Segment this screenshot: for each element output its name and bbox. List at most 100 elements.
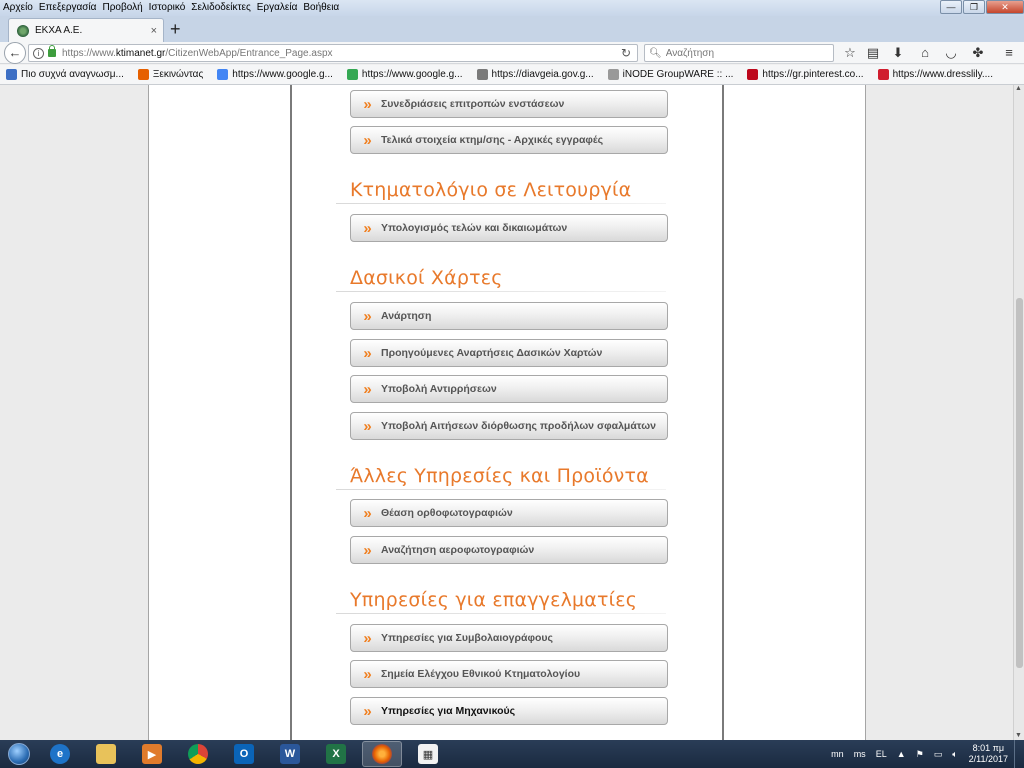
bookmark-item[interactable]: https://www.google.g... [341, 69, 463, 80]
search-input[interactable] [665, 47, 826, 59]
section-title: Δασικοί Χάρτες [350, 267, 503, 289]
bookmark-item[interactable]: https://www.google.g... [211, 69, 333, 80]
home-icon[interactable]: ⌂ [917, 45, 933, 61]
bookmark-favicon-icon [747, 69, 759, 80]
window-controls: — ❐ ✕ [939, 0, 1024, 14]
bookmark-item[interactable]: https://diavgeia.gov.g... [471, 69, 594, 80]
tray-lang2[interactable]: ms [854, 749, 866, 759]
taskbar-app[interactable]: ▦ [408, 741, 448, 767]
tray-expand-icon[interactable]: ▲ [897, 749, 906, 759]
bookmark-favicon-icon [6, 69, 17, 80]
system-tray: mn ms EL ▲ ⚑ ▭ 🔈︎ 8:01 πμ 2/11/2017 [826, 740, 1024, 768]
bookmark-item[interactable]: https://gr.pinterest.co... [741, 69, 864, 80]
service-link-button[interactable]: » Υποβολή Αντιρρήσεων [350, 375, 668, 403]
site-favicon-icon [17, 24, 29, 37]
services-column: » Συνεδριάσεις επιτροπών ενστάσεων » Τελικά… [290, 85, 724, 740]
taskbar-media-player[interactable]: ▶ [132, 741, 172, 767]
double-chevron-icon: » [363, 95, 371, 113]
bookmark-favicon-icon [476, 69, 488, 80]
url-text[interactable]: https://www.ktimanet.gr/CitizenWebApp/En… [62, 48, 333, 59]
menu-view[interactable]: Προβολή [99, 1, 145, 15]
service-link-button[interactable]: » Ανάρτηση [350, 302, 668, 330]
language-indicator[interactable]: EL [876, 749, 887, 759]
clock-date: 2/11/2017 [968, 754, 1008, 764]
service-label: Υποβολή Αντιρρήσεων [381, 383, 497, 395]
address-bar[interactable]: i https://www.ktimanet.gr/CitizenWebApp/… [28, 44, 638, 62]
restore-button[interactable]: ❐ [963, 0, 985, 14]
service-link-button[interactable]: » Υπολογισμός τελών και δικαιωμάτων [350, 214, 668, 242]
tab-ekxa[interactable]: ΕΚΧΑ Α.Ε. × [8, 18, 164, 42]
service-link-button[interactable]: » Αναζήτηση αεροφωτογραφιών [350, 536, 668, 564]
bookmark-label: https://gr.pinterest.co... [762, 69, 864, 80]
taskbar-word[interactable]: W [270, 741, 310, 767]
pocket-icon[interactable]: ◡ [943, 45, 959, 61]
bookmark-item[interactable]: iNODE GroupWARE :: ... [602, 69, 733, 80]
taskbar-file-explorer[interactable] [86, 741, 126, 767]
document-app-icon: ▦ [418, 744, 438, 764]
extension-icon[interactable]: ✤ [970, 45, 986, 61]
service-label: Ανάρτηση [381, 310, 432, 322]
excel-icon: X [326, 744, 346, 764]
section-title: Άλλες Υπηρεσίες και Προϊόντα [350, 465, 649, 487]
clock[interactable]: 8:01 πμ 2/11/2017 [969, 743, 1008, 765]
service-link-button[interactable]: » Υπηρεσίες για Μηχανικούς [350, 697, 668, 725]
download-icon[interactable]: ⬇ [890, 45, 906, 61]
menu-history[interactable]: Ιστορικό [146, 1, 189, 15]
bookmark-label: https://www.dresslily.... [892, 69, 993, 80]
taskbar-outlook[interactable]: O [224, 741, 264, 767]
scroll-down-arrow-icon[interactable]: ▼ [1015, 732, 1022, 739]
scroll-thumb[interactable] [1016, 298, 1023, 668]
taskbar-internet-explorer[interactable]: e [40, 741, 80, 767]
double-chevron-icon: » [363, 344, 371, 362]
scroll-up-arrow-icon[interactable]: ▲ [1015, 85, 1022, 92]
tab-strip: ΕΚΧΑ Α.Ε. × + [0, 16, 1024, 42]
service-link-button[interactable]: » Θέαση ορθοφωτογραφιών [350, 499, 668, 527]
menu-edit[interactable]: Επεξεργασία [36, 1, 100, 15]
minimize-button[interactable]: — [940, 0, 962, 14]
taskbar-firefox[interactable] [362, 741, 402, 767]
tab-title: ΕΚΧΑ Α.Ε. [35, 25, 83, 36]
volume-icon[interactable]: 🔈︎ [952, 749, 957, 760]
clock-time: 8:01 πμ [972, 743, 1005, 753]
menu-file[interactable]: Αρχείο [0, 1, 36, 15]
search-box[interactable]: 🔍︎ [644, 44, 834, 62]
menu-bar: Αρχείο Επεξεργασία Προβολή Ιστορικό Σελι… [0, 0, 342, 16]
close-window-button[interactable]: ✕ [986, 0, 1024, 14]
service-link-button[interactable]: » Προηγούμενες Αναρτήσεις Δασικών Χαρτών [350, 339, 668, 367]
reload-icon[interactable]: ↻ [621, 46, 631, 60]
section-title: Κτηματολόγιο σε Λειτουργία [350, 179, 632, 201]
bookmark-item[interactable]: Πιο συχνά αναγνωσμ... [0, 69, 124, 80]
service-link-button[interactable]: » Σημεία Ελέγχου Εθνικού Κτηματολογίου [350, 660, 668, 688]
service-link-button[interactable]: » Υποβολή Αιτήσεων διόρθωσης προδήλων σφα… [350, 412, 668, 440]
taskbar-excel[interactable]: X [316, 741, 356, 767]
vertical-scrollbar[interactable]: ▲ ▼ [1013, 85, 1024, 740]
bookmark-item[interactable]: Ξεκινώντας [132, 69, 203, 80]
hamburger-menu-icon[interactable]: ≡ [1001, 45, 1017, 61]
service-link-button[interactable]: » Τελικά στοιχεία κτημ/σης - Αρχικές εγγρ… [350, 126, 668, 154]
bookmark-favicon-icon [217, 69, 229, 80]
service-link-button[interactable]: » Συνεδριάσεις επιτροπών ενστάσεων [350, 90, 668, 118]
bookmark-favicon-icon [137, 69, 149, 80]
new-tab-button[interactable]: + [170, 20, 181, 38]
show-desktop-button[interactable] [1014, 740, 1024, 768]
bookmark-label: Πιο συχνά αναγνωσμ... [21, 69, 124, 80]
tray-lang1[interactable]: mn [831, 749, 844, 759]
info-icon[interactable]: i [33, 47, 44, 59]
service-link-button[interactable]: » Υπηρεσίες για Συμβολαιογράφους [350, 624, 668, 652]
service-label: Υπηρεσίες για Μηχανικούς [381, 705, 516, 717]
reading-list-icon[interactable]: ▤ [865, 45, 881, 61]
back-button[interactable]: ← [4, 42, 26, 64]
flag-icon[interactable]: ⚑ [916, 749, 924, 760]
bookmark-item[interactable]: https://www.dresslily.... [872, 69, 993, 80]
start-button[interactable] [4, 740, 34, 768]
network-icon[interactable]: ▭ [934, 749, 943, 760]
tab-close-icon[interactable]: × [151, 25, 157, 37]
window-title-bar: Αρχείο Επεξεργασία Προβολή Ιστορικό Σελι… [0, 0, 1024, 16]
menu-help[interactable]: Βοήθεια [300, 1, 342, 15]
bookmark-star-icon[interactable]: ☆ [842, 45, 858, 61]
menu-tools[interactable]: Εργαλεία [254, 1, 301, 15]
menu-bookmarks[interactable]: Σελιδοδείκτες [188, 1, 253, 15]
taskbar-chrome[interactable] [178, 741, 218, 767]
navigation-toolbar: ← i https://www.ktimanet.gr/CitizenWebAp… [0, 42, 1024, 64]
internet-explorer-icon: e [50, 744, 70, 764]
